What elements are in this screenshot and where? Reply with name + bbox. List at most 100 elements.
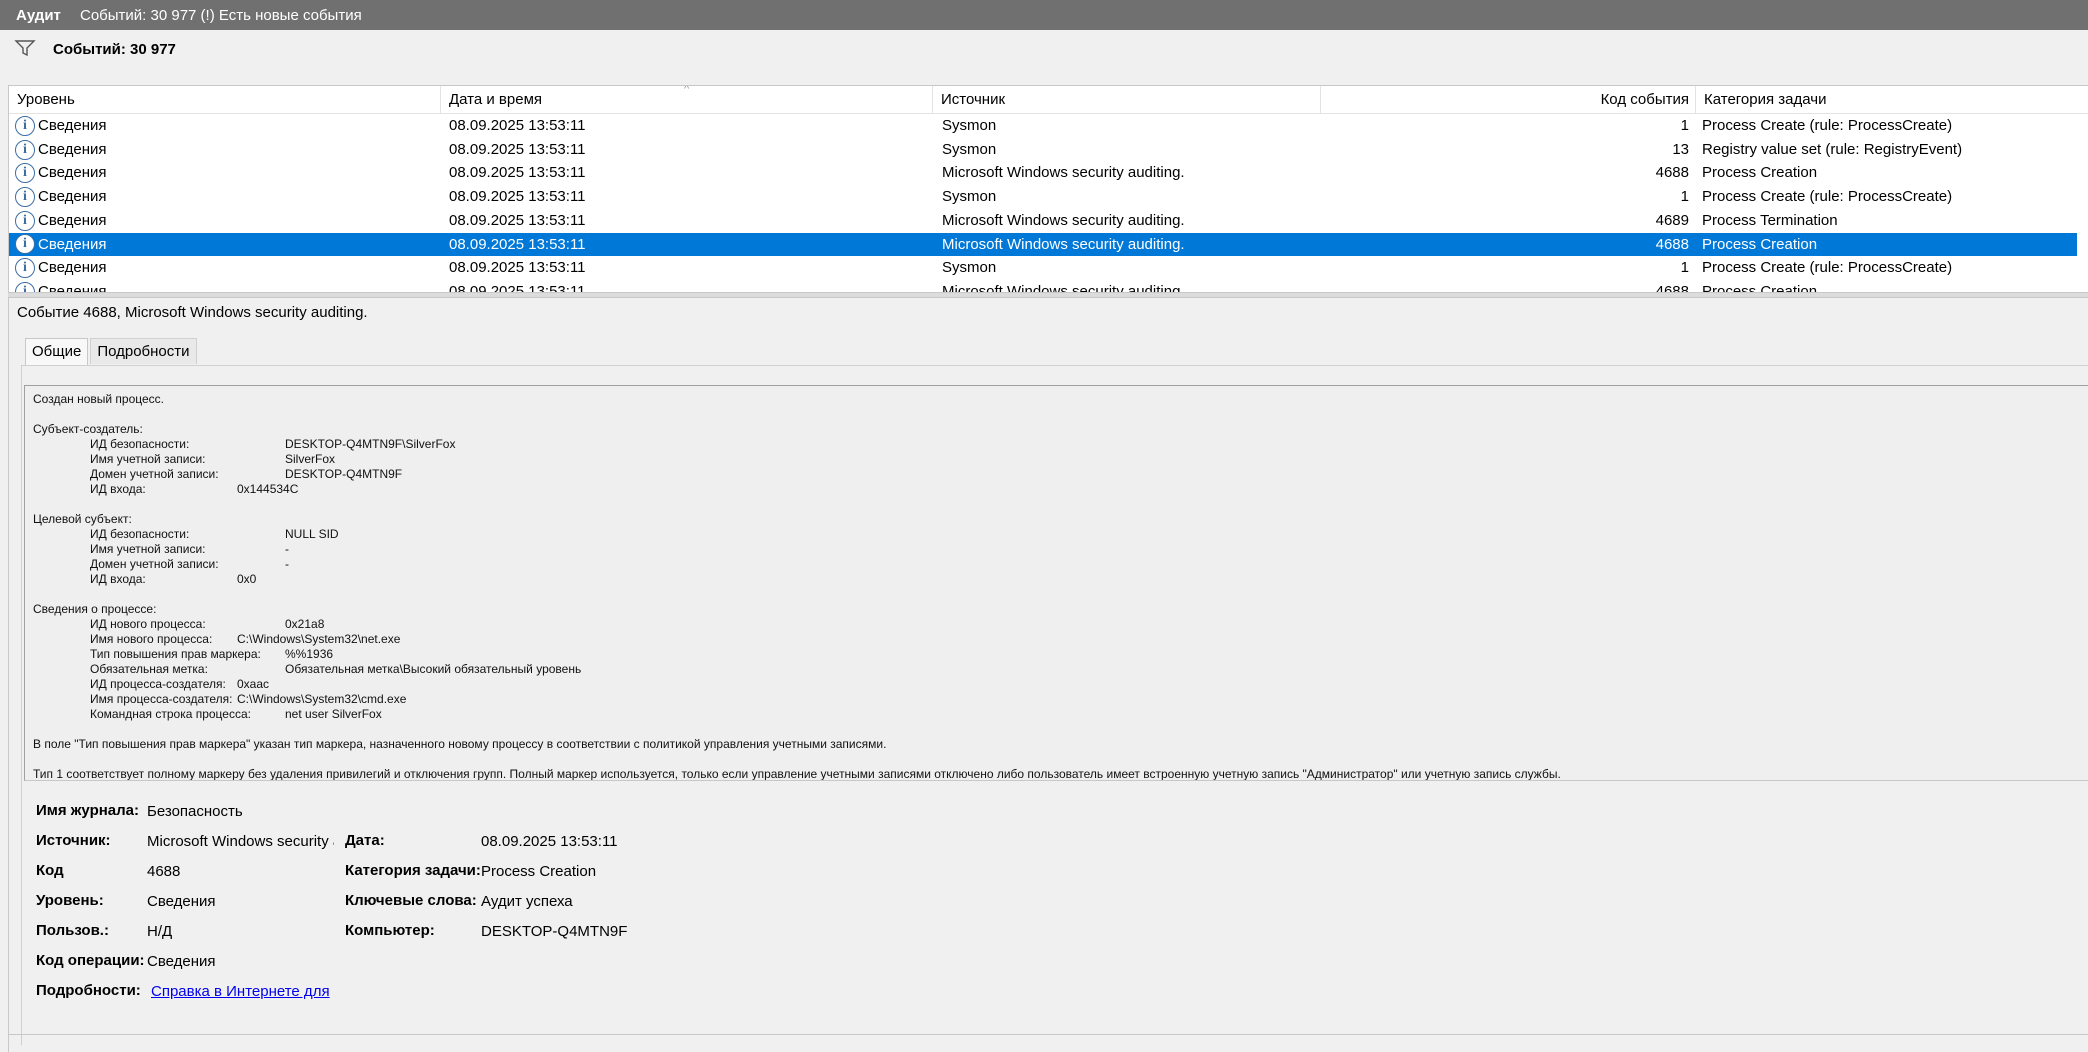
message-field-value: 0x0 (237, 572, 257, 586)
cell-date: 08.09.2025 13:53:11 (449, 259, 586, 277)
cell-level: i Сведения (15, 114, 445, 138)
info-icon: i (15, 234, 35, 255)
cell-task-category: Process Creation (1702, 235, 1818, 253)
message-field-label: Домен учетной записи: (90, 467, 219, 481)
tab-general[interactable]: Общие (25, 338, 89, 366)
cell-source: Sysmon (942, 140, 997, 158)
cell-event-code: 4688 (1655, 164, 1689, 182)
level-text: Сведения (38, 117, 107, 134)
info-icon: i (15, 210, 35, 231)
table-row[interactable]: i Сведения 08.09.2025 13:53:11 Sysmon 1 Proce… (9, 114, 2077, 138)
table-row[interactable]: i Сведения 08.09.2025 13:53:11 Microsoft Wi… (9, 280, 2077, 292)
date-value: 08.09.2025 13:53:11 (481, 833, 618, 850)
info-icon: i (15, 139, 35, 160)
cell-level: i Сведения (15, 256, 445, 280)
cell-event-code: 13 (1672, 140, 1689, 158)
column-header-source[interactable]: Источник (933, 86, 1321, 114)
sort-ascending-icon: ^ (684, 86, 690, 95)
column-header-level[interactable]: Уровень (9, 86, 441, 114)
message-field-label: ИД входа: (90, 482, 146, 496)
level-text: Сведения (38, 235, 107, 253)
cell-event-code: 4688 (1655, 282, 1689, 292)
message-field-value: C:\Windows\System32\cmd.exe (237, 692, 407, 706)
message-field-value: DESKTOP-Q4MTN9F (285, 467, 403, 481)
message-field-label: Тип повышения прав маркера: (90, 647, 261, 661)
cell-level: i Сведения (15, 185, 445, 209)
cell-task-category: Process Create (rule: ProcessCreate) (1702, 117, 1953, 134)
cell-date: 08.09.2025 13:53:11 (449, 235, 586, 253)
cell-event-code: 1 (1680, 188, 1689, 206)
cell-source: Microsoft Windows security auditing. (942, 164, 1185, 182)
message-field-value: C:\Windows\System32\net.exe (237, 632, 401, 646)
log-name-label: Имя журнала: (36, 802, 140, 819)
message-line: Создан новый процесс. (33, 392, 165, 406)
info-icon: i (15, 258, 35, 279)
task-category-value: Process Creation (481, 863, 597, 880)
message-line: Тип 1 соответствует полному маркеру без … (33, 767, 1561, 781)
more-info-label: Подробности: (36, 982, 141, 999)
events-table[interactable]: Уровень Дата и время ^ Источник Код собы… (8, 86, 2088, 292)
cell-task-category: Process Creation (1702, 164, 1818, 182)
message-field-value: Обязательная метка\Высокий обязательный … (285, 662, 582, 676)
message-field-label: Имя учетной записи: (90, 542, 206, 556)
events-count-status: Событий: 30 977 (!) Есть новые события (80, 6, 362, 24)
online-help-link[interactable]: Справка в Интернете для (151, 983, 330, 1000)
cell-task-category: Process Create (rule: ProcessCreate) (1702, 259, 1953, 277)
message-field-label: ИД нового процесса: (90, 617, 206, 631)
info-icon: i (15, 115, 35, 136)
message-field-label: Имя процесса-создателя: (90, 692, 233, 706)
cell-source: Microsoft Windows security auditing. (942, 282, 1185, 292)
cell-source: Microsoft Windows security auditing. (942, 211, 1185, 229)
level-text: Сведения (38, 188, 107, 206)
message-field-label: Командная строка процесса: (90, 707, 251, 721)
cell-date: 08.09.2025 13:53:11 (449, 282, 586, 292)
computer-label: Компьютер: (345, 922, 435, 939)
message-field-value: NULL SID (285, 527, 339, 541)
message-field-value: 0x21a8 (285, 617, 325, 631)
message-field-value: 0x144534C (237, 482, 299, 496)
info-icon: i (15, 163, 35, 184)
cell-source: Sysmon (942, 188, 997, 206)
column-header-event-code[interactable]: Код события (1321, 86, 1696, 114)
cell-task-category: Process Create (rule: ProcessCreate) (1702, 188, 1953, 206)
cell-event-code: 4688 (1655, 235, 1689, 253)
cell-level: i Сведения (15, 233, 445, 257)
level-text: Сведения (38, 282, 107, 292)
table-row[interactable]: i Сведения 08.09.2025 13:53:11 Sysmon 13 Regi… (9, 138, 2077, 162)
filter-icon[interactable] (14, 39, 36, 57)
cell-date: 08.09.2025 13:53:11 (449, 188, 586, 206)
user-value: Н/Д (147, 923, 173, 940)
filter-bar: Событий: 30 977 (8, 30, 2088, 86)
cell-date: 08.09.2025 13:53:11 (449, 117, 586, 134)
source-value: Microsoft Windows security a (147, 833, 334, 850)
table-header: Уровень Дата и время ^ Источник Код собы… (9, 86, 2088, 114)
table-row[interactable]: i Сведения 08.09.2025 13:53:11 Sysmon 1 Proce… (9, 256, 2077, 280)
cell-event-code: 4689 (1655, 211, 1689, 229)
table-row[interactable]: i Сведения 08.09.2025 13:53:11 Sysmon 1 Proce… (9, 185, 2077, 209)
source-label: Источник: (36, 832, 111, 849)
message-field-value: net user SilverFox (285, 707, 382, 721)
message-field-label: ИД безопасности: (90, 437, 190, 451)
level-text: Сведения (38, 164, 107, 182)
cell-event-code: 1 (1680, 117, 1689, 134)
task-category-label: Категория задачи: (345, 862, 481, 879)
cell-date: 08.09.2025 13:53:11 (449, 140, 586, 158)
message-field-value: SilverFox (285, 452, 336, 466)
table-row[interactable]: i Сведения 08.09.2025 13:53:11 Microsoft Wi… (9, 161, 2077, 185)
user-label: Пользов.: (36, 922, 109, 939)
table-row-selected[interactable]: i Сведения 08.09.2025 13:53:11 Microsoft Wi… (9, 232, 2077, 257)
cell-task-category: Process Termination (1702, 211, 1838, 229)
table-row[interactable]: i Сведения 08.09.2025 13:53:11 Microsoft Wi… (9, 209, 2077, 233)
cell-date: 08.09.2025 13:53:11 (449, 211, 586, 229)
window-title-bar: Аудит Событий: 30 977 (!) Есть новые соб… (0, 0, 2088, 30)
tab-details[interactable]: Подробности (90, 338, 197, 364)
info-icon: i (15, 281, 35, 292)
cell-event-code: 1 (1680, 259, 1689, 277)
message-field-value: - (285, 542, 289, 556)
message-field-label: Домен учетной записи: (90, 557, 219, 571)
cell-date: 08.09.2025 13:53:11 (449, 164, 586, 182)
column-header-task-category[interactable]: Категория задачи (1696, 86, 2088, 114)
filter-count-label: Событий: 30 977 (53, 41, 176, 58)
event-message-text[interactable]: Создан новый процесс. Субъект-создатель: И… (24, 385, 2088, 781)
details-tabs: Общие Подробности (25, 338, 199, 366)
